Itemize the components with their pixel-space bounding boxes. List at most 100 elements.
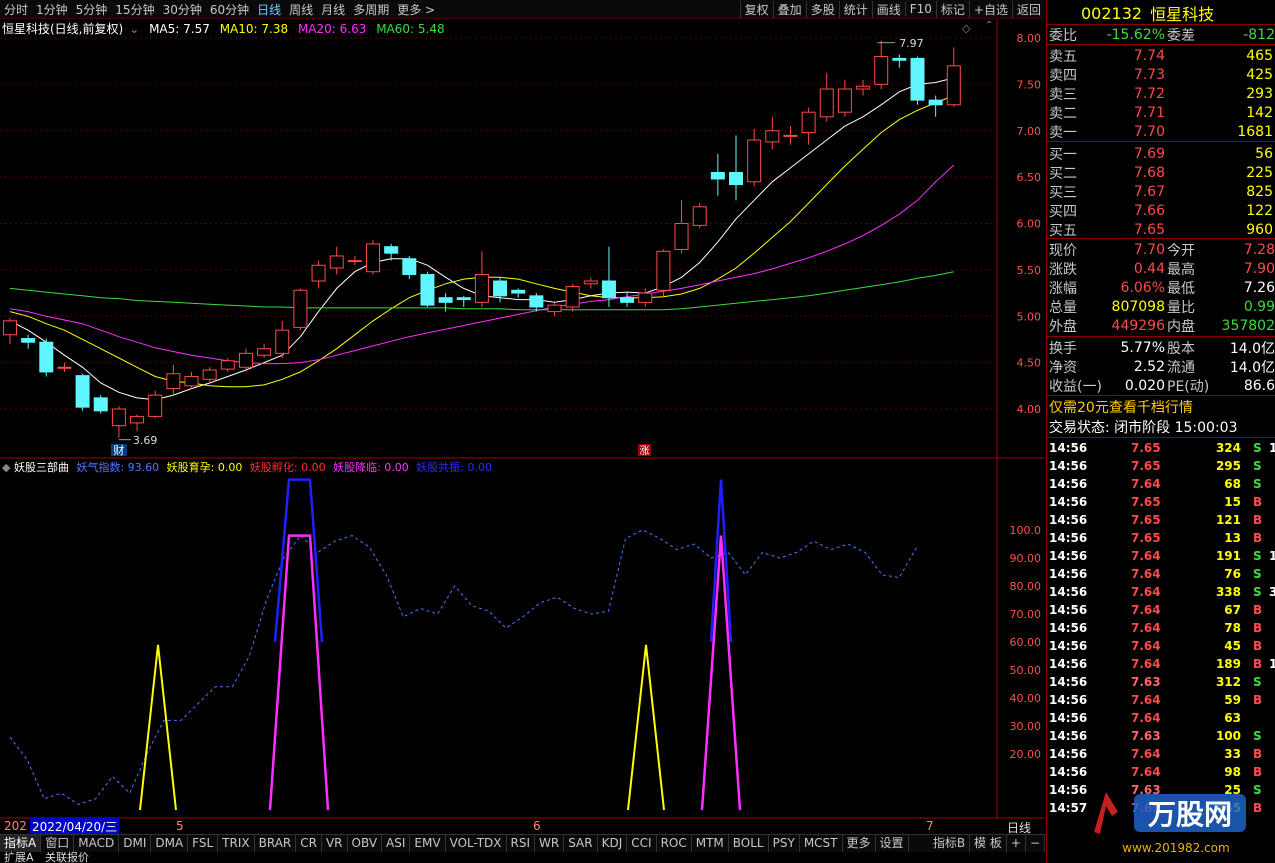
candle-body [692, 206, 707, 226]
tick-volume: 59 [1224, 693, 1241, 707]
stat2-row-0: 换手 5.77% 股本 14.0亿 [1049, 338, 1275, 357]
bid-1-row[interactable]: 买一 7.69 56 [1049, 144, 1275, 163]
tick-row: 14:56 7.65 121 B [1047, 511, 1275, 529]
indicator-tab-5[interactable]: FSL [188, 835, 219, 852]
tick-time: 14:56 [1049, 675, 1088, 689]
candle-body [493, 280, 508, 297]
indicator-l4: 妖股降临: 0.00 [333, 461, 409, 474]
ask-5-label: 卖五 [1049, 48, 1077, 65]
indicator-b-tab-1[interactable]: 模 板 [970, 835, 1007, 852]
indicator-tab-6[interactable]: TRIX [218, 835, 255, 852]
date-prefix: 202 [4, 819, 27, 833]
indicator-tab-4[interactable]: DMA [151, 835, 189, 852]
candle-body [892, 57, 907, 61]
candle-body [347, 260, 362, 263]
ask-2-row[interactable]: 卖二 7.71 142 [1049, 103, 1275, 122]
indicator-tab-23[interactable]: MCST [800, 835, 843, 852]
indicator-tab-13[interactable]: VOL-TDX [446, 835, 507, 852]
indicator-b-tab-2[interactable]: + [1007, 835, 1026, 852]
indicator-tab-17[interactable]: KDJ [598, 835, 628, 852]
tick-extra: 1 [1269, 549, 1275, 563]
tick-price: 7.64 [1131, 549, 1161, 563]
indicator-tab-25[interactable]: 设置 [876, 835, 909, 852]
indicator-tick-label: 30.00 [1010, 720, 1042, 733]
indicator-tab-18[interactable]: CCI [627, 835, 657, 852]
price-tick-label: 7.00 [1017, 125, 1042, 138]
indicator-tab-24[interactable]: 更多 [843, 835, 876, 852]
related-quote-tab[interactable]: 关联报价 [45, 851, 89, 863]
tick-row: 14:56 7.63 312 S [1047, 673, 1275, 691]
price-tick-label: 6.50 [1017, 171, 1042, 184]
tick-side: B [1253, 639, 1263, 653]
tick-volume: 78 [1224, 621, 1241, 635]
candle-body [529, 295, 544, 308]
bid-3-row[interactable]: 买三 7.67 825 [1049, 182, 1275, 201]
ask-1-row[interactable]: 卖一 7.70 1681 [1049, 122, 1275, 141]
kline-and-indicator-charts[interactable]: 8.00 7.50 7.00 6.50 6.00 5.50 5.00 4.50 4.00 7.97… [0, 0, 1045, 834]
indicator-tab-3[interactable]: DMI [119, 835, 152, 852]
indicator-tab-12[interactable]: EMV [410, 835, 446, 852]
indicator-tab-16[interactable]: SAR [564, 835, 598, 852]
indicator-tab-11[interactable]: ASI [382, 835, 411, 852]
indicator-tab-14[interactable]: RSI [507, 835, 536, 852]
candle-body [565, 286, 580, 308]
indicator-tab-20[interactable]: MTM [692, 835, 729, 852]
tick-volume: 15 [1224, 495, 1241, 509]
tick-volume: 76 [1224, 567, 1241, 581]
tick-volume: 45 [1224, 639, 1241, 653]
stock-name: 恒星科技 [1150, 5, 1215, 24]
indicator-tab-8[interactable]: CR [296, 835, 322, 852]
tick-time: 14:56 [1049, 531, 1088, 545]
indicator-tab-2[interactable]: MACD [74, 835, 120, 852]
candle-body [111, 408, 126, 427]
ask-4-row[interactable]: 卖四 7.73 425 [1049, 65, 1275, 84]
tick-price: 7.64 [1131, 693, 1161, 707]
month-tick-7: 7 [926, 819, 934, 833]
tick-row: 14:56 7.64 78 B [1047, 619, 1275, 637]
stat-label: 外盘 [1049, 318, 1077, 335]
tick-volume: 189 [1215, 657, 1241, 671]
weibi-row: 委比 -15.62% 委差 -812 [1049, 25, 1275, 44]
stat2-label: 收益(一) [1049, 378, 1102, 395]
indicator-tab-22[interactable]: PSY [769, 835, 800, 852]
indicator-l3: 妖股孵化: 0.00 [249, 461, 326, 474]
indicator-b-tab-0[interactable]: 指标B [929, 835, 971, 852]
indicator-tab-10[interactable]: OBV [348, 835, 383, 852]
ma-line-ma10 [9, 95, 954, 388]
indicator-name[interactable]: 妖股三部曲 [14, 461, 69, 474]
indicator-tab-1[interactable]: 窗口 [41, 835, 75, 852]
candle-body [456, 297, 471, 301]
bid-2-price: 7.68 [1133, 164, 1165, 181]
tick-time: 14:56 [1049, 603, 1088, 617]
indicator-b-tab-3[interactable]: − [1026, 835, 1045, 852]
promo-link[interactable]: 仅需20元查看千档行情 [1049, 397, 1275, 416]
tick-extra: 1 [1269, 441, 1275, 455]
indicator-tab-9[interactable]: VR [322, 835, 348, 852]
tick-side: S [1253, 459, 1262, 473]
ask-5-row[interactable]: 卖五 7.74 465 [1049, 46, 1275, 65]
candle-body [366, 243, 380, 273]
bid-4-row[interactable]: 买四 7.66 122 [1049, 201, 1275, 220]
ask-1-volume: 1681 [1237, 123, 1273, 140]
candle-body [275, 329, 290, 354]
tick-time: 14:56 [1049, 621, 1088, 635]
indicator-tab-15[interactable]: WR [535, 835, 565, 852]
watermark-logo: 万股网 www.201982.com [1076, 772, 1275, 863]
bid-1-price: 7.69 [1133, 145, 1165, 162]
bid-3-volume: 825 [1246, 183, 1273, 200]
indicator-tab-7[interactable]: BRAR [255, 835, 297, 852]
stat2-value: 0.020 [1124, 377, 1165, 394]
tick-row: 14:56 7.64 68 S [1047, 475, 1275, 493]
eye-icon[interactable]: ◆ [2, 461, 10, 474]
indicator-tab-21[interactable]: BOLL [729, 835, 769, 852]
candle-body [910, 57, 925, 101]
indicator-tab-0[interactable]: 指标A [0, 835, 42, 852]
indicator-tab-19[interactable]: ROC [657, 835, 692, 852]
tick-row: 14:56 7.64 76 S [1047, 565, 1275, 583]
candle-body [238, 352, 253, 368]
ask-3-row[interactable]: 卖三 7.72 293 [1049, 84, 1275, 103]
ext-tab-a[interactable]: 扩展A [4, 851, 34, 863]
tick-row: 14:56 7.65 324 S 1 [1047, 439, 1275, 457]
bid-5-row[interactable]: 买五 7.65 960 [1049, 220, 1275, 239]
bid-2-row[interactable]: 买二 7.68 225 [1049, 163, 1275, 182]
